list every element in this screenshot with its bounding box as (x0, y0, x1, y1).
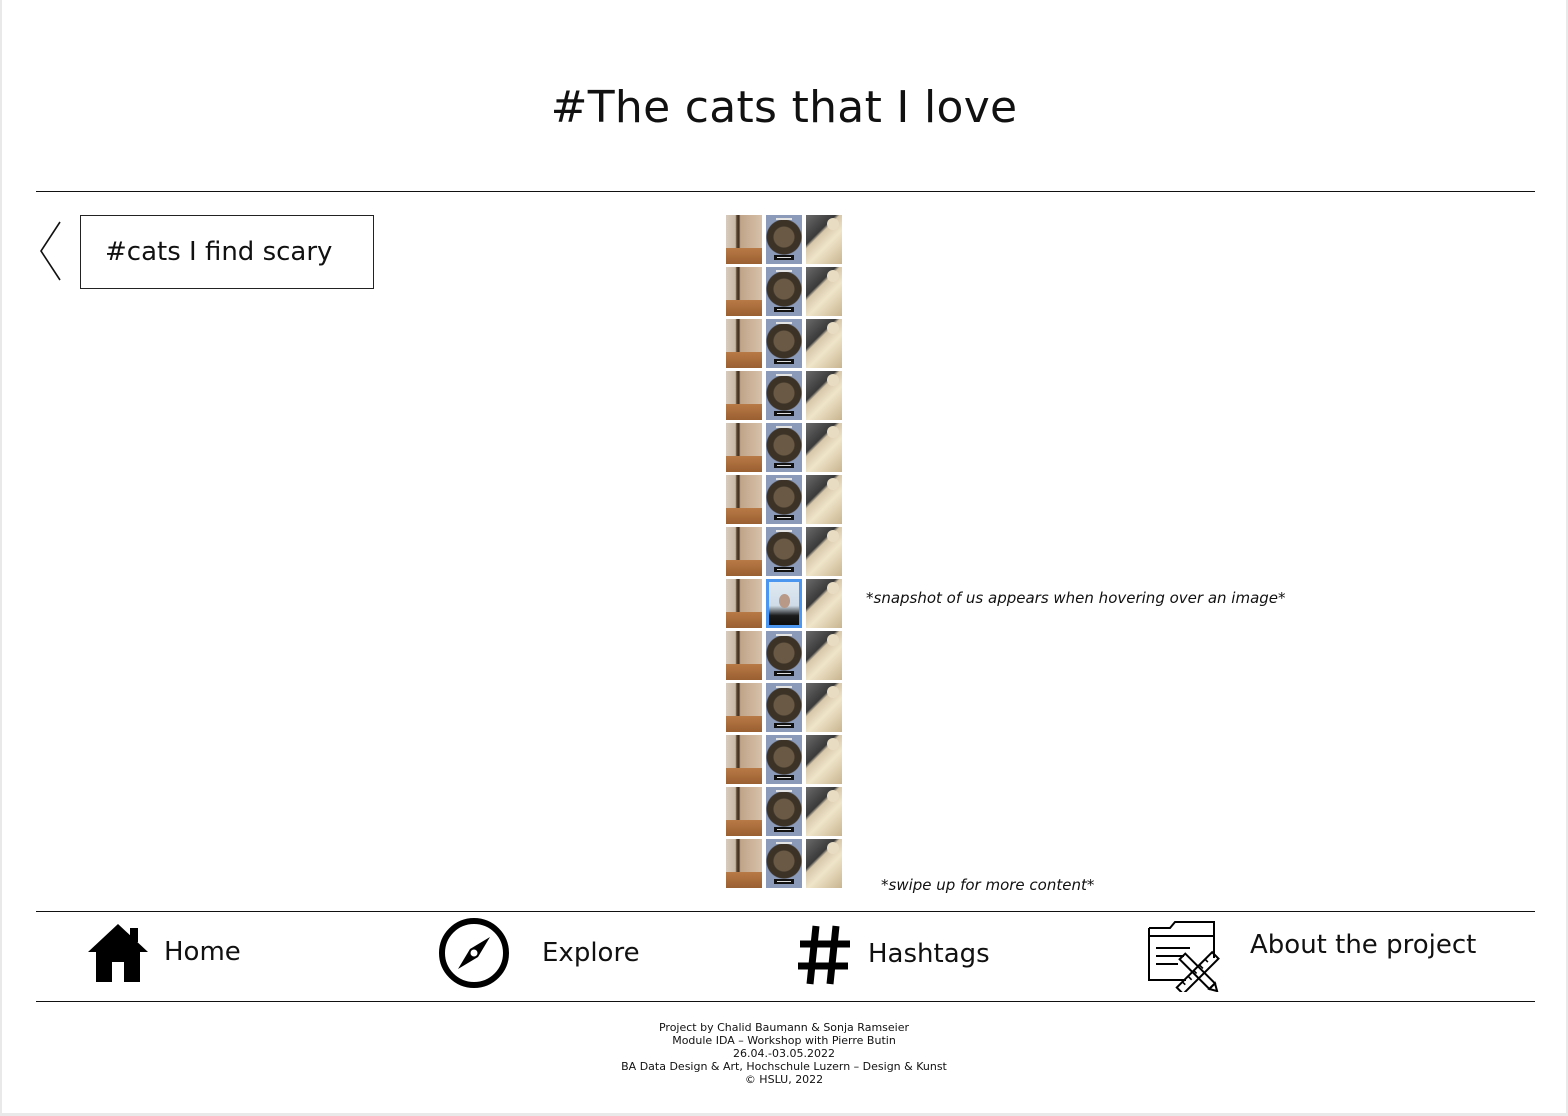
footer-line: © HSLU, 2022 (744, 1073, 824, 1086)
gallery-image[interactable] (726, 735, 762, 784)
gallery-image[interactable] (766, 683, 802, 732)
gallery-image[interactable] (806, 683, 842, 732)
image-caption-top (776, 842, 792, 844)
image-caption (774, 515, 794, 520)
gallery-image[interactable] (806, 319, 842, 368)
gallery-image[interactable] (806, 215, 842, 264)
gallery-image[interactable] (766, 371, 802, 420)
gallery-image[interactable] (766, 215, 802, 264)
gallery-image[interactable] (806, 735, 842, 784)
image-caption-top (776, 270, 792, 272)
image-caption (774, 255, 794, 260)
gallery-image[interactable] (726, 475, 762, 524)
nav-top-divider (36, 911, 1535, 912)
hashtag-filter-box[interactable]: #cats I find scary (80, 215, 374, 289)
gallery-image[interactable] (766, 319, 802, 368)
gallery-image[interactable] (806, 527, 842, 576)
image-caption-top (776, 218, 792, 220)
snapshot-face (779, 594, 790, 608)
header-divider (36, 191, 1535, 192)
image-caption (774, 567, 794, 572)
footer-line: Project by Chalid Baumann & Sonja Ramsei… (658, 1021, 909, 1034)
back-button[interactable] (36, 218, 66, 284)
image-caption-top (776, 738, 792, 740)
gallery-image[interactable] (726, 267, 762, 316)
gallery-image[interactable] (766, 527, 802, 576)
gallery-image[interactable] (726, 839, 762, 888)
gallery-image[interactable] (726, 215, 762, 264)
gallery-image-hovered[interactable] (766, 579, 802, 628)
gallery-image[interactable] (726, 527, 762, 576)
nav-about[interactable]: About the project (1146, 918, 1476, 992)
nav-explore[interactable]: Explore (438, 917, 640, 989)
gallery-image[interactable] (806, 839, 842, 888)
gallery-image[interactable] (806, 475, 842, 524)
gallery-image[interactable] (806, 371, 842, 420)
gallery-image[interactable] (726, 371, 762, 420)
gallery-image[interactable] (766, 475, 802, 524)
gallery-image[interactable] (806, 631, 842, 680)
gallery-image[interactable] (766, 423, 802, 472)
gallery-image[interactable] (726, 787, 762, 836)
nav-home[interactable]: Home (86, 920, 241, 984)
gallery-image[interactable] (766, 267, 802, 316)
gallery-image[interactable] (806, 579, 842, 628)
footer: Project by Chalid Baumann & Sonja Ramsei… (2, 1021, 1566, 1086)
image-caption-top (776, 634, 792, 636)
project-folder-icon (1148, 921, 1220, 992)
hashtag-icon (798, 925, 850, 985)
nav-about-label: About the project (1250, 930, 1477, 960)
home-icon (88, 924, 148, 982)
image-caption (774, 671, 794, 676)
image-caption (774, 723, 794, 728)
nav-bottom-divider (36, 1001, 1535, 1002)
image-caption-top (776, 478, 792, 480)
image-caption-top (776, 322, 792, 324)
nav-hashtags-label: Hashtags (868, 939, 990, 969)
page-title: #The cats that I love (550, 82, 1018, 133)
image-caption (774, 411, 794, 416)
chevron-left-icon (40, 221, 61, 281)
footer-line: BA Data Design & Art, Hochschule Luzern … (621, 1060, 947, 1073)
gallery-image[interactable] (766, 735, 802, 784)
nav-hashtags[interactable]: Hashtags (796, 922, 990, 986)
gallery-image[interactable] (766, 787, 802, 836)
gallery-image[interactable] (726, 631, 762, 680)
gallery-image[interactable] (726, 683, 762, 732)
image-caption-top (776, 790, 792, 792)
nav-explore-label: Explore (542, 938, 640, 968)
gallery-image[interactable] (806, 423, 842, 472)
footer-line: Module IDA – Workshop with Pierre Butin (672, 1034, 896, 1047)
gallery-image[interactable] (726, 423, 762, 472)
image-caption-top (776, 686, 792, 688)
image-gallery (726, 215, 842, 888)
page: #The cats that I love #cats I find scary… (2, 0, 1566, 1113)
gallery-image[interactable] (766, 631, 802, 680)
swipe-hint: *swipe up for more content* (881, 876, 1095, 894)
hover-hint: *snapshot of us appears when hovering ov… (866, 589, 1286, 607)
image-caption (774, 775, 794, 780)
gallery-image[interactable] (726, 319, 762, 368)
image-caption (774, 827, 794, 832)
gallery-image[interactable] (726, 579, 762, 628)
nav-home-label: Home (164, 937, 241, 967)
image-caption-top (776, 426, 792, 428)
gallery-image[interactable] (806, 267, 842, 316)
image-caption (774, 359, 794, 364)
gallery-image[interactable] (806, 787, 842, 836)
image-caption (774, 879, 794, 884)
image-caption-top (776, 374, 792, 376)
compass-icon (439, 918, 509, 988)
image-caption-top (776, 530, 792, 532)
gallery-image[interactable] (766, 839, 802, 888)
footer-line: 26.04.-03.05.2022 (733, 1047, 835, 1060)
image-caption (774, 463, 794, 468)
image-caption (774, 307, 794, 312)
